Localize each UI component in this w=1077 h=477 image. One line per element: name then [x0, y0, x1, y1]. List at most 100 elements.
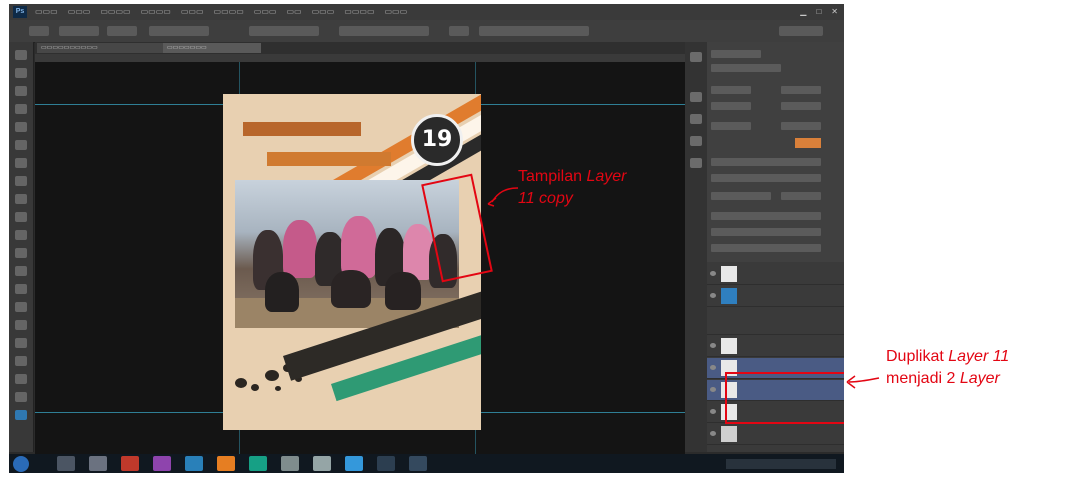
clone-source-panel-icon[interactable] [690, 158, 702, 168]
start-button-icon[interactable] [13, 456, 29, 472]
visibility-eye-icon[interactable] [710, 387, 716, 392]
menu-item[interactable]: ▭▭ [286, 4, 301, 20]
annotation-label-right: Duplikat Layer 11 menjadi 2 Layer [886, 346, 1009, 390]
taskbar-app-icon[interactable] [313, 456, 331, 471]
pen-tool-icon[interactable] [15, 302, 27, 312]
taskbar-app-icon[interactable] [377, 456, 395, 471]
menu-item[interactable]: ▭▭▭ [68, 4, 91, 20]
history-brush-tool-icon[interactable] [15, 212, 27, 222]
minimize-icon[interactable]: ▁ [800, 4, 806, 20]
history-panel-icon[interactable] [690, 52, 702, 62]
horizontal-scale-field[interactable] [781, 122, 821, 130]
eraser-tool-icon[interactable] [15, 230, 27, 240]
menu-item[interactable]: ▭▭▭ [385, 4, 408, 20]
stamp-tool-icon[interactable] [15, 194, 27, 204]
document-tab-active[interactable]: ▭▭▭▭▭▭▭ [163, 43, 261, 53]
visibility-eye-icon[interactable] [710, 271, 716, 276]
option-control[interactable] [107, 26, 137, 36]
type-tool-icon[interactable] [15, 320, 27, 330]
blur-tool-icon[interactable] [15, 266, 27, 276]
layer-row[interactable] [707, 336, 844, 357]
blend-opacity-row[interactable] [711, 244, 821, 252]
hand-tool-icon[interactable] [15, 374, 27, 384]
layer-filter-row[interactable] [711, 228, 821, 236]
visibility-eye-icon[interactable] [710, 365, 716, 370]
window-controls: ▁ □ ✕ [800, 4, 838, 20]
vertical-scale-field[interactable] [711, 122, 751, 130]
zoom-tool-icon[interactable] [15, 392, 27, 402]
brush-panel-icon[interactable] [690, 136, 702, 146]
taskbar-app-icon[interactable] [217, 456, 235, 471]
system-tray[interactable] [726, 459, 836, 469]
leading-field[interactable] [781, 86, 821, 94]
annotation-text: menjadi 2 [886, 370, 960, 387]
menu-item[interactable]: ▭▭▭ [181, 4, 204, 20]
menu-item[interactable]: ▭▭▭ [254, 4, 277, 20]
align-icons[interactable] [249, 26, 319, 36]
gradient-tool-icon[interactable] [15, 248, 27, 258]
layer-row[interactable] [707, 424, 844, 445]
taskbar-app-icon[interactable] [345, 456, 363, 471]
font-size-field[interactable] [711, 86, 751, 94]
character-panel-icon[interactable] [690, 92, 702, 102]
taskbar-app-icon[interactable] [281, 456, 299, 471]
text-options-row[interactable] [711, 174, 821, 182]
panel-tab[interactable] [711, 50, 761, 58]
layer-thumbnail [721, 338, 737, 354]
photoshop-logo-icon: Ps [13, 6, 27, 18]
quick-select-tool-icon[interactable] [15, 104, 27, 114]
visibility-eye-icon[interactable] [710, 409, 716, 414]
menu-item[interactable]: ▭▭▭▭ [100, 4, 130, 20]
crop-tool-icon[interactable] [15, 122, 27, 132]
menu-item[interactable]: ▭▭▭▭ [214, 4, 244, 20]
text-style-buttons[interactable] [711, 158, 821, 166]
quick-mask-icon[interactable] [15, 410, 27, 420]
layer-row[interactable] [707, 286, 844, 307]
workspace-switcher[interactable] [779, 26, 823, 36]
lasso-tool-icon[interactable] [15, 86, 27, 96]
font-family-select[interactable] [711, 64, 781, 72]
language-select[interactable] [711, 192, 771, 200]
eyedropper-tool-icon[interactable] [15, 140, 27, 150]
layers-panel-tabs[interactable] [711, 212, 821, 220]
maximize-icon[interactable]: □ [816, 4, 821, 20]
auto-align-icon[interactable] [449, 26, 469, 36]
visibility-eye-icon[interactable] [710, 343, 716, 348]
menu-item[interactable]: ▭▭▭ [35, 4, 58, 20]
paragraph-panel-icon[interactable] [690, 114, 702, 124]
text-color-swatch[interactable] [795, 138, 821, 148]
menu-item[interactable]: ▭▭▭▭ [344, 4, 374, 20]
brush-tool-icon[interactable] [15, 176, 27, 186]
taskbar-app-icon[interactable] [121, 456, 139, 471]
layer-effects-row[interactable] [707, 308, 844, 335]
taskbar-app-icon[interactable] [89, 456, 107, 471]
move-tool-icon[interactable] [15, 50, 27, 60]
layer-row[interactable] [707, 264, 844, 285]
visibility-eye-icon[interactable] [710, 431, 716, 436]
kerning-field[interactable] [711, 102, 751, 110]
menu-item[interactable]: ▭▭▭▭ [141, 4, 171, 20]
dodge-tool-icon[interactable] [15, 284, 27, 294]
visibility-eye-icon[interactable] [710, 293, 716, 298]
option-control[interactable] [149, 26, 209, 36]
distribute-icons[interactable] [339, 26, 429, 36]
3d-mode-icons[interactable] [479, 26, 589, 36]
option-control[interactable] [59, 26, 99, 36]
document-tab[interactable]: ▭▭▭▭▭▭▭▭▭▭ [37, 43, 165, 53]
tool-preset-picker[interactable] [29, 26, 49, 36]
annotation-arrow-right [845, 370, 881, 390]
taskbar-app-icon[interactable] [185, 456, 203, 471]
taskbar-app-icon[interactable] [57, 456, 75, 471]
shape-tool-icon[interactable] [15, 356, 27, 366]
healing-tool-icon[interactable] [15, 158, 27, 168]
close-icon[interactable]: ✕ [831, 4, 838, 20]
taskbar-app-icon[interactable] [153, 456, 171, 471]
taskbar-app-icon[interactable] [249, 456, 267, 471]
marquee-tool-icon[interactable] [15, 68, 27, 78]
tracking-field[interactable] [781, 102, 821, 110]
menu-item[interactable]: ▭▭▭ [312, 4, 335, 20]
anti-alias-select[interactable] [781, 192, 821, 200]
windows-taskbar [9, 454, 844, 473]
path-select-tool-icon[interactable] [15, 338, 27, 348]
taskbar-app-icon[interactable] [409, 456, 427, 471]
